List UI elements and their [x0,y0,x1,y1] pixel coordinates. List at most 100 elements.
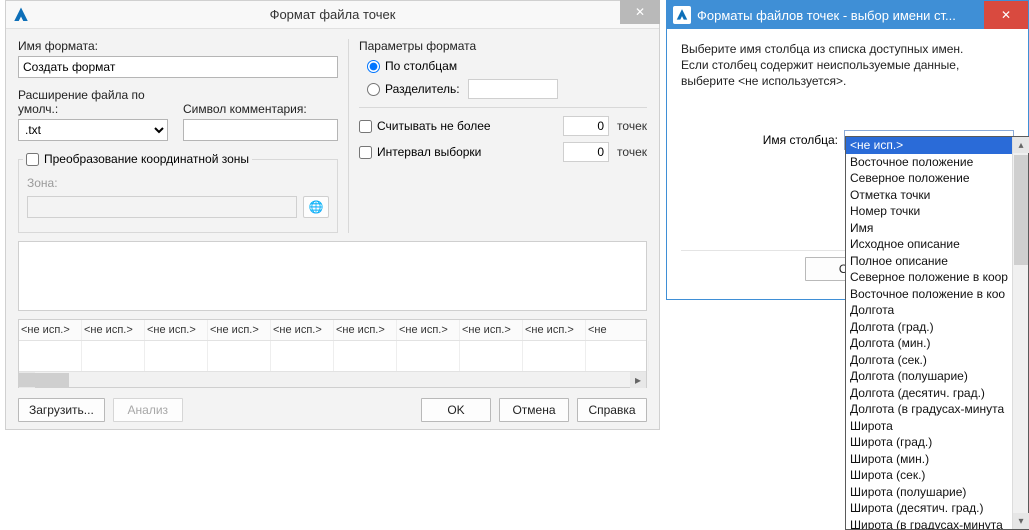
close-icon: ✕ [1001,8,1011,22]
columns-table: <не исп.><не исп.><не исп.><не исп.><не … [18,319,647,388]
column-cell [460,341,523,371]
column-header[interactable]: <не исп.> [271,320,334,340]
format-name-input[interactable] [18,56,338,78]
dropdown-option[interactable]: Северное положение [846,170,1012,187]
load-button[interactable]: Загрузить... [18,398,105,422]
right-panel: Параметры формата По столбцам Разделител… [348,39,647,233]
scroll-thumb[interactable] [19,373,69,387]
format-params-header: Параметры формата [359,39,647,53]
read-limit-value[interactable] [563,116,609,136]
delimiter-input[interactable] [468,79,558,99]
scroll-up-arrow-icon[interactable]: ▴ [1013,137,1029,153]
column-header[interactable]: <не исп.> [19,320,82,340]
extension-label: Расширение файла по умолч.: [18,88,173,116]
column-cell [82,341,145,371]
sample-interval-unit: точек [617,145,647,159]
column-header[interactable]: <не исп.> [523,320,586,340]
scroll-right-arrow-icon[interactable]: ▸ [630,372,646,388]
column-header[interactable]: <не [586,320,646,340]
point-file-format-dialog: Формат файла точек ✕ Имя формата: Расшир… [5,0,660,430]
dropdown-option[interactable]: Исходное описание [846,236,1012,253]
column-name-label: Имя столбца: [763,133,838,147]
dropdown-option[interactable]: Широта (полушарие) [846,484,1012,501]
dropdown-option[interactable]: Широта (сек.) [846,467,1012,484]
zone-transform-label: Преобразование координатной зоны [44,152,249,166]
dlg2-close-button[interactable]: ✕ [984,1,1028,29]
column-header[interactable]: <не исп.> [334,320,397,340]
dropdown-scrollbar[interactable]: ▴ ▾ [1012,137,1028,529]
dropdown-option[interactable]: <не исп.> [846,137,1012,154]
dlg1-button-row: Загрузить... Анализ OK Отмена Справка [6,388,659,432]
read-limit-check-input[interactable] [359,120,372,133]
radio-by-columns-input[interactable] [367,60,380,73]
cancel-button[interactable]: Отмена [499,398,569,422]
ok-button[interactable]: OK [421,398,491,422]
radio-delimiter[interactable]: Разделитель: [367,82,460,96]
dropdown-option[interactable]: Полное описание [846,253,1012,270]
dropdown-option[interactable]: Имя [846,220,1012,237]
scroll-down-arrow-icon[interactable]: ▾ [1013,513,1029,529]
read-limit-checkbox[interactable]: Считывать не более [359,119,491,133]
sample-interval-checkbox[interactable]: Интервал выборки [359,145,481,159]
columns-table-header[interactable]: <не исп.><не исп.><не исп.><не исп.><не … [19,320,646,341]
zone-transform-checkbox[interactable]: Преобразование координатной зоны [23,152,252,166]
zone-transform-check-input[interactable] [26,153,39,166]
column-cell [19,341,82,371]
sample-interval-value[interactable] [563,142,609,162]
column-header[interactable]: <не исп.> [208,320,271,340]
dropdown-option[interactable]: Долгота (сек.) [846,352,1012,369]
dlg1-titlebar[interactable]: Формат файла точек [6,1,659,29]
sample-interval-label: Интервал выборки [377,145,481,159]
zone-input [27,196,297,218]
dropdown-option[interactable]: Отметка точки [846,187,1012,204]
preview-textarea[interactable] [18,241,647,311]
dropdown-scroll-thumb[interactable] [1014,155,1028,265]
help-button[interactable]: Справка [577,398,647,422]
column-header[interactable]: <не исп.> [397,320,460,340]
column-cell [208,341,271,371]
radio-by-columns-label: По столбцам [385,59,457,73]
columns-horizontal-scrollbar[interactable]: ◂ ▸ [19,371,646,387]
dropdown-option[interactable]: Северное положение в коор [846,269,1012,286]
dropdown-option[interactable]: Восточное положение в коо [846,286,1012,303]
left-panel: Имя формата: Расширение файла по умолч.:… [18,39,338,233]
column-cell [334,341,397,371]
dropdown-option[interactable]: Широта (мин.) [846,451,1012,468]
zone-browse-button[interactable]: 🌐 [303,196,329,218]
dropdown-option[interactable]: Восточное положение [846,154,1012,171]
dropdown-option[interactable]: Широта (град.) [846,434,1012,451]
extension-select[interactable]: .txt [18,119,168,141]
dropdown-option[interactable]: Широта [846,418,1012,435]
column-cell [523,341,586,371]
dropdown-option[interactable]: Широта (в градусах-минута [846,517,1012,530]
globe-icon: 🌐 [309,200,324,214]
dropdown-option[interactable]: Долгота (десятич. град.) [846,385,1012,402]
dropdown-option[interactable]: Долгота (град.) [846,319,1012,336]
close-icon: ✕ [635,5,645,19]
dlg2-title: Форматы файлов точек - выбор имени ст... [697,8,956,23]
dropdown-option[interactable]: Долгота [846,302,1012,319]
radio-delimiter-input[interactable] [367,83,380,96]
column-cell [271,341,334,371]
dropdown-option[interactable]: Номер точки [846,203,1012,220]
zone-label: Зона: [27,176,329,190]
column-header[interactable]: <не исп.> [460,320,523,340]
column-cell [586,341,649,371]
dropdown-option[interactable]: Долгота (мин.) [846,335,1012,352]
dlg2-message-line1: Выберите имя столбца из списка доступных… [681,41,1014,57]
column-name-dropdown[interactable]: <не исп.>Восточное положениеСеверное пол… [845,136,1029,530]
dlg1-close-button[interactable]: ✕ [620,0,660,24]
radio-by-columns[interactable]: По столбцам [367,59,647,73]
dlg2-titlebar[interactable]: Форматы файлов точек - выбор имени ст...… [667,1,1028,29]
dlg2-message-line2: Если столбец содержит неиспользуемые дан… [681,57,1014,89]
dropdown-option[interactable]: Долгота (полушарие) [846,368,1012,385]
dropdown-option[interactable]: Широта (десятич. град.) [846,500,1012,517]
column-cell [397,341,460,371]
dropdown-option[interactable]: Долгота (в градусах-минута [846,401,1012,418]
comment-symbol-label: Символ комментария: [183,102,338,116]
radio-delimiter-label: Разделитель: [385,82,460,96]
column-header[interactable]: <не исп.> [145,320,208,340]
sample-interval-check-input[interactable] [359,146,372,159]
comment-symbol-input[interactable] [183,119,338,141]
column-header[interactable]: <не исп.> [82,320,145,340]
